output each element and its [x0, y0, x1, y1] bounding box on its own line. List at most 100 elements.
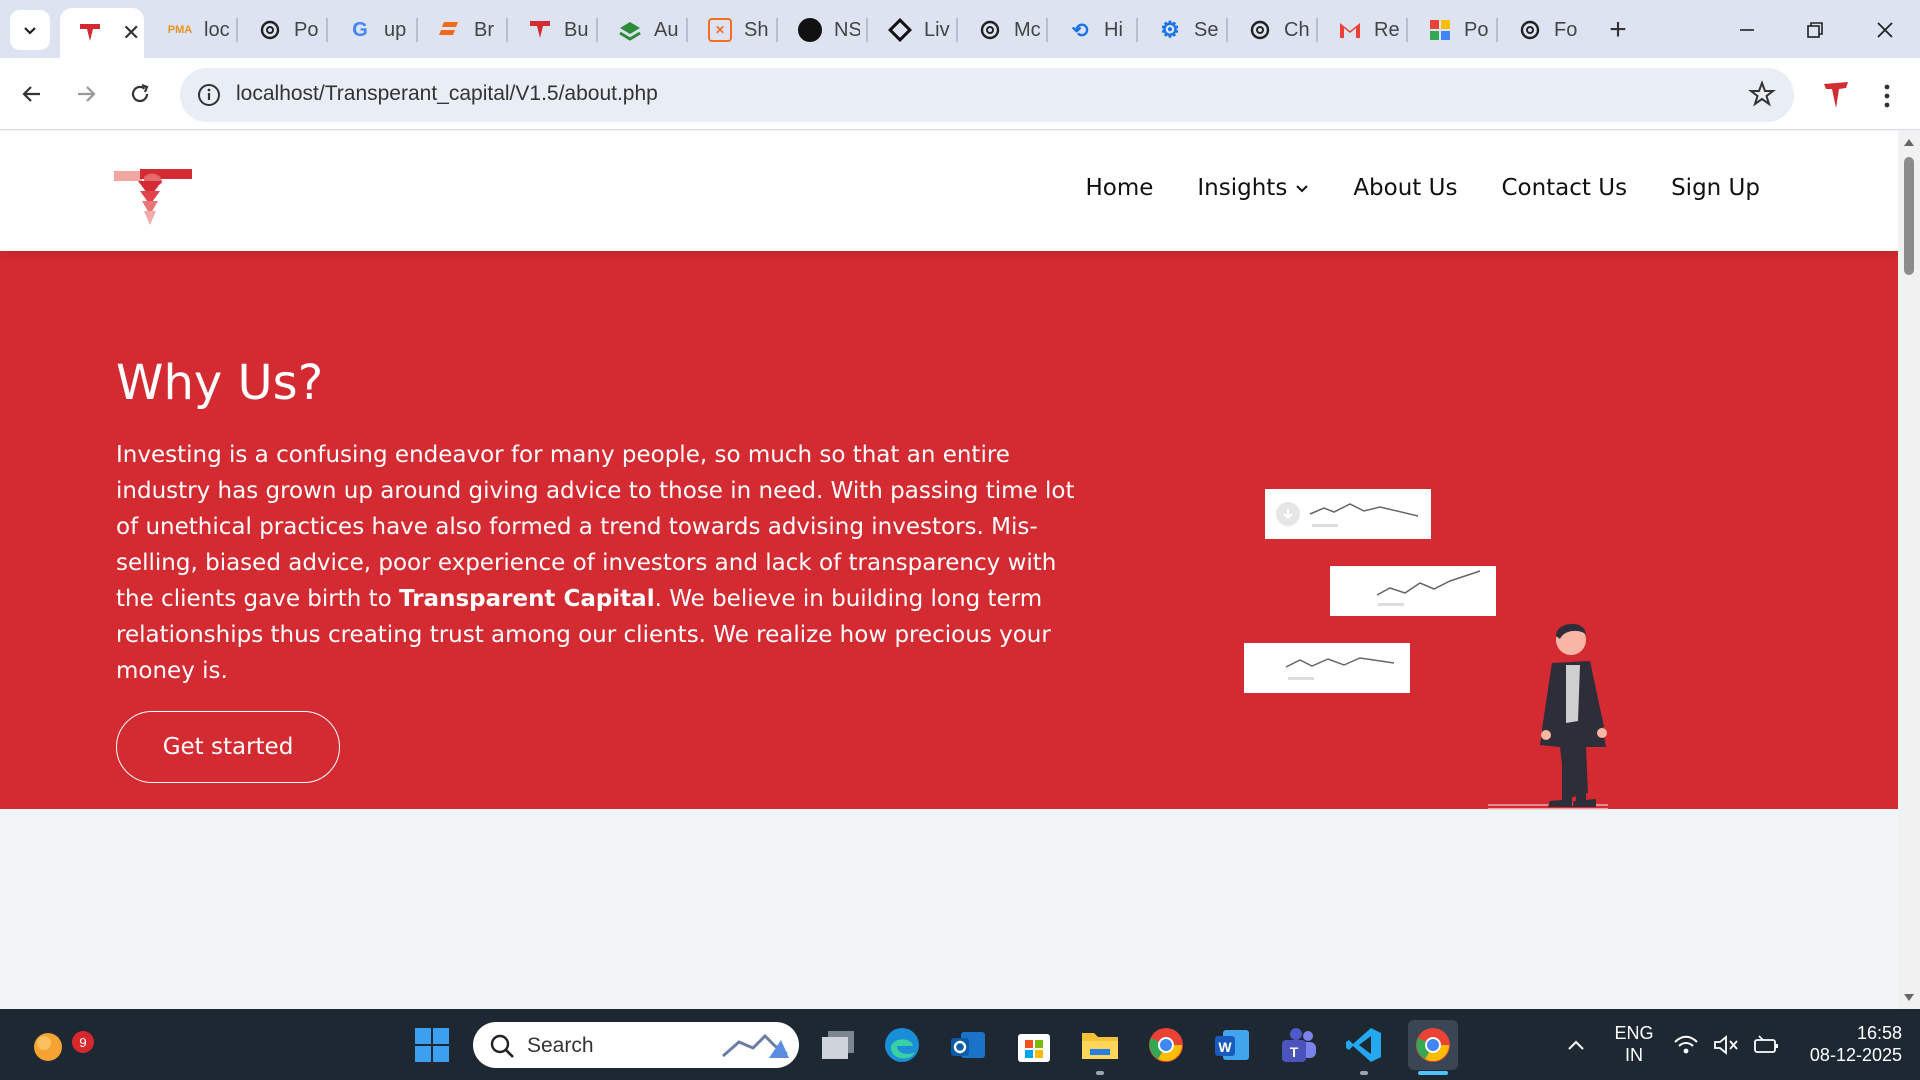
lang-line2: IN — [1625, 1045, 1643, 1065]
tab-15[interactable]: Po — [1410, 8, 1490, 52]
close-tab-icon[interactable]: ✕ — [122, 20, 140, 46]
show-hidden-icons[interactable] — [1554, 1023, 1598, 1067]
tab-13[interactable]: Ch — [1230, 8, 1310, 52]
ns-icon — [798, 18, 822, 42]
system-tray-status[interactable] — [1666, 1023, 1786, 1067]
tab-16[interactable]: Fo — [1500, 8, 1580, 52]
tab-3[interactable]: G up — [330, 8, 410, 52]
profile-avatar[interactable] — [1818, 76, 1854, 112]
outlook-app[interactable] — [946, 1023, 990, 1067]
tab-4[interactable]: Br — [420, 8, 500, 52]
vscode-icon — [1346, 1028, 1381, 1062]
new-tab-button[interactable]: + — [1598, 10, 1638, 50]
forward-button[interactable] — [66, 74, 106, 114]
teams-icon: T — [1282, 1028, 1316, 1062]
tab-5[interactable]: Bu — [510, 8, 590, 52]
address-bar[interactable]: localhost/Transperant_capital/V1.5/about… — [180, 68, 1794, 122]
minimize-icon — [1740, 29, 1754, 31]
arrow-right-icon — [78, 86, 96, 102]
task-view-button[interactable] — [816, 1023, 860, 1067]
chart-card-2 — [1330, 566, 1496, 616]
taskbar: 9 Search W T ENG IN 16:58 08-12-2025 — [0, 1009, 1920, 1080]
scroll-down-arrow-icon[interactable] — [1903, 993, 1915, 1003]
hero-paragraph: Investing is a confusing endeavor for ma… — [116, 437, 1076, 689]
nav-about[interactable]: About Us — [1353, 175, 1457, 201]
nav-insights[interactable]: Insights — [1197, 175, 1309, 201]
hero-title: Why Us? — [116, 355, 324, 411]
start-button[interactable] — [410, 1023, 454, 1067]
chrome-app-active[interactable] — [1408, 1020, 1458, 1070]
brand-icon — [438, 18, 462, 42]
scroll-up-arrow-icon[interactable] — [1903, 137, 1915, 147]
chart-card-3 — [1244, 643, 1410, 693]
tab-search-button[interactable] — [10, 10, 50, 50]
tab-8[interactable]: NS — [780, 8, 860, 52]
tc-logo-icon — [78, 21, 102, 45]
minimize-button[interactable] — [1722, 10, 1772, 50]
page-scrollbar[interactable] — [1898, 131, 1920, 1009]
taskbar-search[interactable]: Search — [473, 1022, 799, 1068]
get-started-button[interactable]: Get started — [116, 711, 340, 783]
store-app[interactable] — [1012, 1023, 1056, 1067]
notification-badge: 9 — [72, 1031, 94, 1053]
chrome-icon — [1149, 1028, 1183, 1062]
tab-11[interactable]: ⟲ Hi — [1050, 8, 1130, 52]
close-icon — [1877, 22, 1893, 38]
clock[interactable]: 16:58 08-12-2025 — [1792, 1022, 1902, 1066]
nav-contact[interactable]: Contact Us — [1501, 175, 1627, 201]
svg-text:T: T — [1290, 1044, 1299, 1060]
openai-icon — [1248, 18, 1272, 42]
restore-icon — [1807, 22, 1823, 38]
edge-app[interactable] — [880, 1023, 924, 1067]
tab-12[interactable]: ⚙ Se — [1140, 8, 1220, 52]
vscode-app[interactable] — [1342, 1023, 1386, 1067]
weather-widget[interactable]: 9 — [26, 1023, 94, 1067]
clock-date: 08-12-2025 — [1809, 1045, 1902, 1065]
info-icon[interactable] — [196, 82, 222, 108]
tab-active[interactable]: ✕ — [60, 8, 144, 58]
chevron-down-icon — [1296, 185, 1309, 193]
browser-toolbar: localhost/Transperant_capital/V1.5/about… — [0, 58, 1920, 130]
clock-time: 16:58 — [1856, 1023, 1902, 1043]
site-logo[interactable] — [114, 167, 194, 233]
investor-illustration — [1244, 489, 1608, 810]
tab-6[interactable]: Au — [600, 8, 680, 52]
file-explorer-app[interactable] — [1078, 1023, 1122, 1067]
language-indicator[interactable]: ENG IN — [1606, 1022, 1662, 1066]
site-header: Home Insights About Us Contact Us Sign U… — [0, 131, 1898, 251]
tab-1[interactable]: PMA loc — [150, 8, 230, 52]
word-app[interactable]: W — [1210, 1023, 1254, 1067]
browser-menu-button[interactable] — [1872, 78, 1902, 114]
reload-button[interactable] — [120, 74, 160, 114]
tab-7[interactable]: ✕ Sh — [690, 8, 770, 52]
restore-button[interactable] — [1790, 10, 1840, 50]
chevron-down-icon — [24, 27, 36, 35]
search-icon — [490, 1034, 514, 1058]
wifi-icon — [1674, 1035, 1698, 1054]
stack-icon — [618, 18, 642, 42]
hero-brand-name: Transparent Capital — [399, 586, 655, 612]
tab-2[interactable]: Po — [240, 8, 320, 52]
tc-logo-icon — [528, 18, 552, 42]
url-text[interactable]: localhost/Transperant_capital/V1.5/about… — [236, 82, 658, 106]
teams-app[interactable]: T — [1276, 1023, 1320, 1067]
chevron-up-icon — [1568, 1040, 1584, 1050]
tab-10[interactable]: Mc — [960, 8, 1040, 52]
chrome-icon — [1416, 1028, 1450, 1062]
tab-14[interactable]: Re — [1320, 8, 1400, 52]
openai-icon — [258, 18, 282, 42]
scrollbar-thumb[interactable] — [1904, 157, 1914, 275]
site-nav: Home Insights About Us Contact Us Sign U… — [1085, 175, 1760, 201]
nav-signup[interactable]: Sign Up — [1671, 175, 1760, 201]
outlook-icon — [951, 1032, 985, 1058]
settings-icon: ⚙ — [1160, 17, 1180, 42]
chrome-app[interactable] — [1144, 1023, 1188, 1067]
close-window-button[interactable] — [1860, 10, 1910, 50]
bookmark-star-icon[interactable] — [1748, 80, 1776, 108]
nav-home[interactable]: Home — [1085, 175, 1153, 201]
chart-card-1 — [1265, 489, 1431, 539]
back-button[interactable] — [12, 74, 52, 114]
tab-9[interactable]: Liv — [870, 8, 950, 52]
word-icon: W — [1215, 1030, 1249, 1060]
history-icon: ⟲ — [1071, 19, 1089, 42]
